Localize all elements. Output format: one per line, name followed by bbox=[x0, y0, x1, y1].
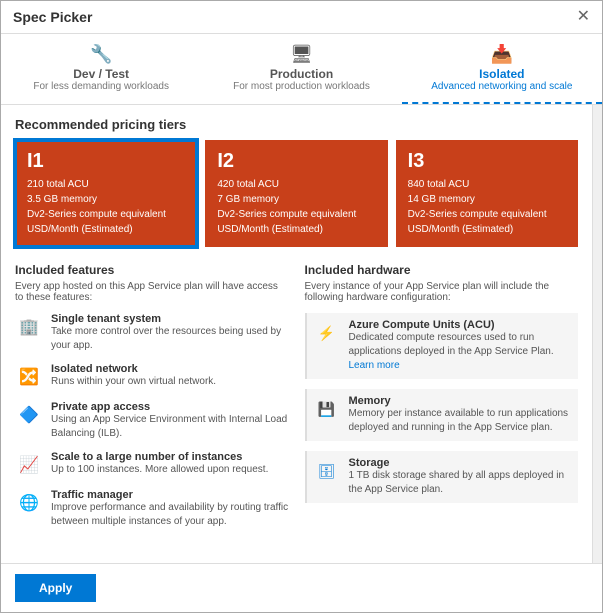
hardware-column: Included hardware Every instance of your… bbox=[305, 263, 579, 539]
single-tenant-icon: 🏢 bbox=[15, 313, 43, 341]
hardware-title: Included hardware bbox=[305, 263, 579, 277]
scale-text: Scale to a large number of instances Up … bbox=[51, 451, 268, 477]
tab-dev-test[interactable]: 🔧 Dev / Test For less demanding workload… bbox=[1, 34, 201, 104]
features-desc: Every app hosted on this App Service pla… bbox=[15, 281, 289, 303]
hardware-storage: 🗄 Storage 1 TB disk storage shared by al… bbox=[305, 451, 579, 503]
features-column: Included features Every app hosted on th… bbox=[15, 263, 289, 539]
footer: Apply bbox=[1, 563, 602, 612]
scale-icon: 📈 bbox=[15, 451, 43, 479]
tier-I1-label: I1 bbox=[27, 150, 185, 173]
tier-I2[interactable]: I2 420 total ACU 7 GB memory Dv2-Series … bbox=[205, 140, 387, 247]
features-title: Included features bbox=[15, 263, 289, 277]
isolated-desc: Advanced networking and scale bbox=[410, 81, 594, 92]
pricing-section: Recommended pricing tiers I1 210 total A… bbox=[15, 117, 578, 247]
private-app-text: Private app access Using an App Service … bbox=[51, 401, 289, 441]
pricing-tiers-container: I1 210 total ACU 3.5 GB memory Dv2-Serie… bbox=[15, 140, 578, 247]
acu-icon: ⚡ bbox=[313, 319, 341, 347]
feature-single-tenant: 🏢 Single tenant system Take more control… bbox=[15, 313, 289, 353]
learn-more-link[interactable]: Learn more bbox=[349, 360, 400, 371]
hardware-acu: ⚡ Azure Compute Units (ACU) Dedicated co… bbox=[305, 313, 579, 379]
feature-scale: 📈 Scale to a large number of instances U… bbox=[15, 451, 289, 479]
spec-picker-dialog: Spec Picker ✕ 🔧 Dev / Test For less dema… bbox=[0, 0, 603, 613]
dev-test-icon: 🔧 bbox=[9, 44, 193, 65]
traffic-manager-icon: 🌐 bbox=[15, 489, 43, 517]
dev-test-desc: For less demanding workloads bbox=[9, 81, 193, 92]
dialog-title: Spec Picker bbox=[13, 9, 92, 25]
isolated-network-icon: 🔀 bbox=[15, 363, 43, 391]
feature-isolated-network: 🔀 Isolated network Runs within your own … bbox=[15, 363, 289, 391]
feature-private-app: 🔷 Private app access Using an App Servic… bbox=[15, 401, 289, 441]
details-section: Included features Every app hosted on th… bbox=[15, 263, 578, 539]
tier-I1-info: 210 total ACU 3.5 GB memory Dv2-Series c… bbox=[27, 177, 185, 237]
traffic-manager-text: Traffic manager Improve performance and … bbox=[51, 489, 289, 529]
main-content: Recommended pricing tiers I1 210 total A… bbox=[1, 105, 592, 563]
close-button[interactable]: ✕ bbox=[577, 9, 590, 25]
isolated-label: Isolated bbox=[479, 67, 524, 81]
hardware-desc: Every instance of your App Service plan … bbox=[305, 281, 579, 303]
feature-traffic-manager: 🌐 Traffic manager Improve performance an… bbox=[15, 489, 289, 529]
dev-test-label: Dev / Test bbox=[73, 67, 129, 81]
tier-I2-label: I2 bbox=[217, 150, 375, 173]
tier-I3-label: I3 bbox=[408, 150, 566, 173]
isolated-icon: 📥 bbox=[410, 44, 594, 65]
memory-text: Memory Memory per instance available to … bbox=[349, 395, 573, 435]
isolated-network-text: Isolated network Runs within your own vi… bbox=[51, 363, 216, 389]
private-app-icon: 🔷 bbox=[15, 401, 43, 429]
storage-icon: 🗄 bbox=[313, 457, 341, 485]
production-icon: 🖥 bbox=[209, 44, 393, 65]
tier-I1[interactable]: I1 210 total ACU 3.5 GB memory Dv2-Serie… bbox=[15, 140, 197, 247]
acu-text: Azure Compute Units (ACU) Dedicated comp… bbox=[349, 319, 573, 373]
pricing-section-title: Recommended pricing tiers bbox=[15, 117, 578, 132]
tier-I3-info: 840 total ACU 14 GB memory Dv2-Series co… bbox=[408, 177, 566, 237]
storage-text: Storage 1 TB disk storage shared by all … bbox=[349, 457, 573, 497]
title-bar: Spec Picker ✕ bbox=[1, 1, 602, 34]
tab-isolated[interactable]: 📥 Isolated Advanced networking and scale bbox=[402, 34, 602, 104]
tab-production[interactable]: 🖥 Production For most production workloa… bbox=[201, 34, 401, 104]
memory-icon: 💾 bbox=[313, 395, 341, 423]
single-tenant-text: Single tenant system Take more control o… bbox=[51, 313, 289, 353]
apply-button[interactable]: Apply bbox=[15, 574, 96, 602]
tier-I2-info: 420 total ACU 7 GB memory Dv2-Series com… bbox=[217, 177, 375, 237]
production-desc: For most production workloads bbox=[209, 81, 393, 92]
tab-bar: 🔧 Dev / Test For less demanding workload… bbox=[1, 34, 602, 105]
hardware-memory: 💾 Memory Memory per instance available t… bbox=[305, 389, 579, 441]
production-label: Production bbox=[270, 67, 333, 81]
tier-I3[interactable]: I3 840 total ACU 14 GB memory Dv2-Series… bbox=[396, 140, 578, 247]
scrollbar[interactable] bbox=[592, 105, 602, 563]
